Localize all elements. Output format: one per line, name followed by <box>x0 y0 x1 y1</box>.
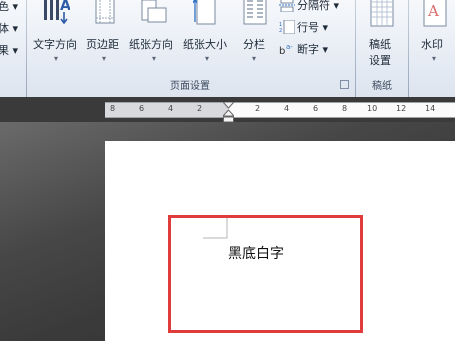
page-setup-group-label: 页面设置 <box>170 81 210 92</box>
columns-button[interactable]: 分栏 <box>243 36 265 52</box>
ruler-tick: 8 <box>110 104 116 113</box>
ruler-tick: 6 <box>313 104 319 113</box>
ruler-tick: 2 <box>255 104 261 113</box>
ruler-tick: 10 <box>367 104 378 113</box>
manuscript-settings-button-line1[interactable]: 稿纸 <box>369 36 391 52</box>
group-separator <box>26 0 27 97</box>
chevron-down-icon[interactable]: ▾ <box>152 54 156 63</box>
svg-text:A: A <box>60 0 70 14</box>
ruler-tick: 2 <box>197 104 203 113</box>
chevron-down-icon[interactable]: ▾ <box>252 54 256 63</box>
orientation-icon <box>138 0 168 26</box>
document-text[interactable]: 黑底白字 <box>228 243 284 263</box>
manuscript-icon <box>369 0 395 28</box>
group-separator <box>408 0 409 97</box>
partial-left-item-3[interactable]: 果 ▾ <box>0 42 18 58</box>
svg-text:A: A <box>427 2 439 20</box>
margins-icon <box>94 0 116 26</box>
chevron-down-icon[interactable]: ▾ <box>54 54 58 63</box>
line-numbers-icon: 12 <box>279 19 296 35</box>
margins-button[interactable]: 页边距 <box>86 36 119 52</box>
line-numbers-button[interactable]: 行号 ▾ <box>297 19 328 35</box>
ruler-tick: 6 <box>139 104 145 113</box>
paper-size-button[interactable]: 纸张大小 <box>183 36 227 52</box>
manuscript-group-label: 稿纸 <box>372 81 392 92</box>
chevron-down-icon[interactable]: ▾ <box>102 54 106 63</box>
breaks-icon <box>279 0 295 13</box>
ruler-tick: 8 <box>342 104 348 113</box>
hyphenation-button[interactable]: 断字 ▾ <box>297 41 328 57</box>
ruler-tick: 4 <box>168 104 174 113</box>
chevron-down-icon[interactable]: ▾ <box>205 54 209 63</box>
svg-text:2: 2 <box>279 28 282 34</box>
ruler-tick: 4 <box>284 104 290 113</box>
svg-text:a-: a- <box>286 43 293 51</box>
text-direction-button[interactable]: 文字方向 <box>33 36 77 52</box>
watermark-button[interactable]: 水印 <box>421 36 443 52</box>
ruler-tick: 14 <box>425 104 436 113</box>
partial-left-item-1[interactable]: 色 ▾ <box>0 0 18 14</box>
breaks-button[interactable]: 分隔符 ▾ <box>297 0 339 13</box>
chevron-down-icon[interactable]: ▾ <box>432 54 436 63</box>
svg-text:b: b <box>279 46 285 56</box>
hyphenation-icon: b a- <box>279 41 295 57</box>
group-separator <box>355 0 356 97</box>
paper-size-icon <box>192 0 219 26</box>
manuscript-settings-button-line2[interactable]: 设置 <box>369 52 391 68</box>
ribbon: 色 ▾ 体 ▾ 果 ▾ A 文字方向 ▾ 页边距 ▾ 纸张方向 ▾ 纸张大小 ▾… <box>0 0 455 98</box>
text-direction-icon: A <box>42 0 71 26</box>
indent-marker-icon[interactable] <box>221 101 236 124</box>
partial-left-item-2[interactable]: 体 ▾ <box>0 20 18 36</box>
watermark-icon: A <box>422 0 448 28</box>
dialog-launcher-icon[interactable] <box>340 80 349 89</box>
ruler-tick: 12 <box>396 104 407 113</box>
columns-icon <box>243 0 267 26</box>
orientation-button[interactable]: 纸张方向 <box>129 36 173 52</box>
highlight-annotation-box <box>168 215 363 333</box>
